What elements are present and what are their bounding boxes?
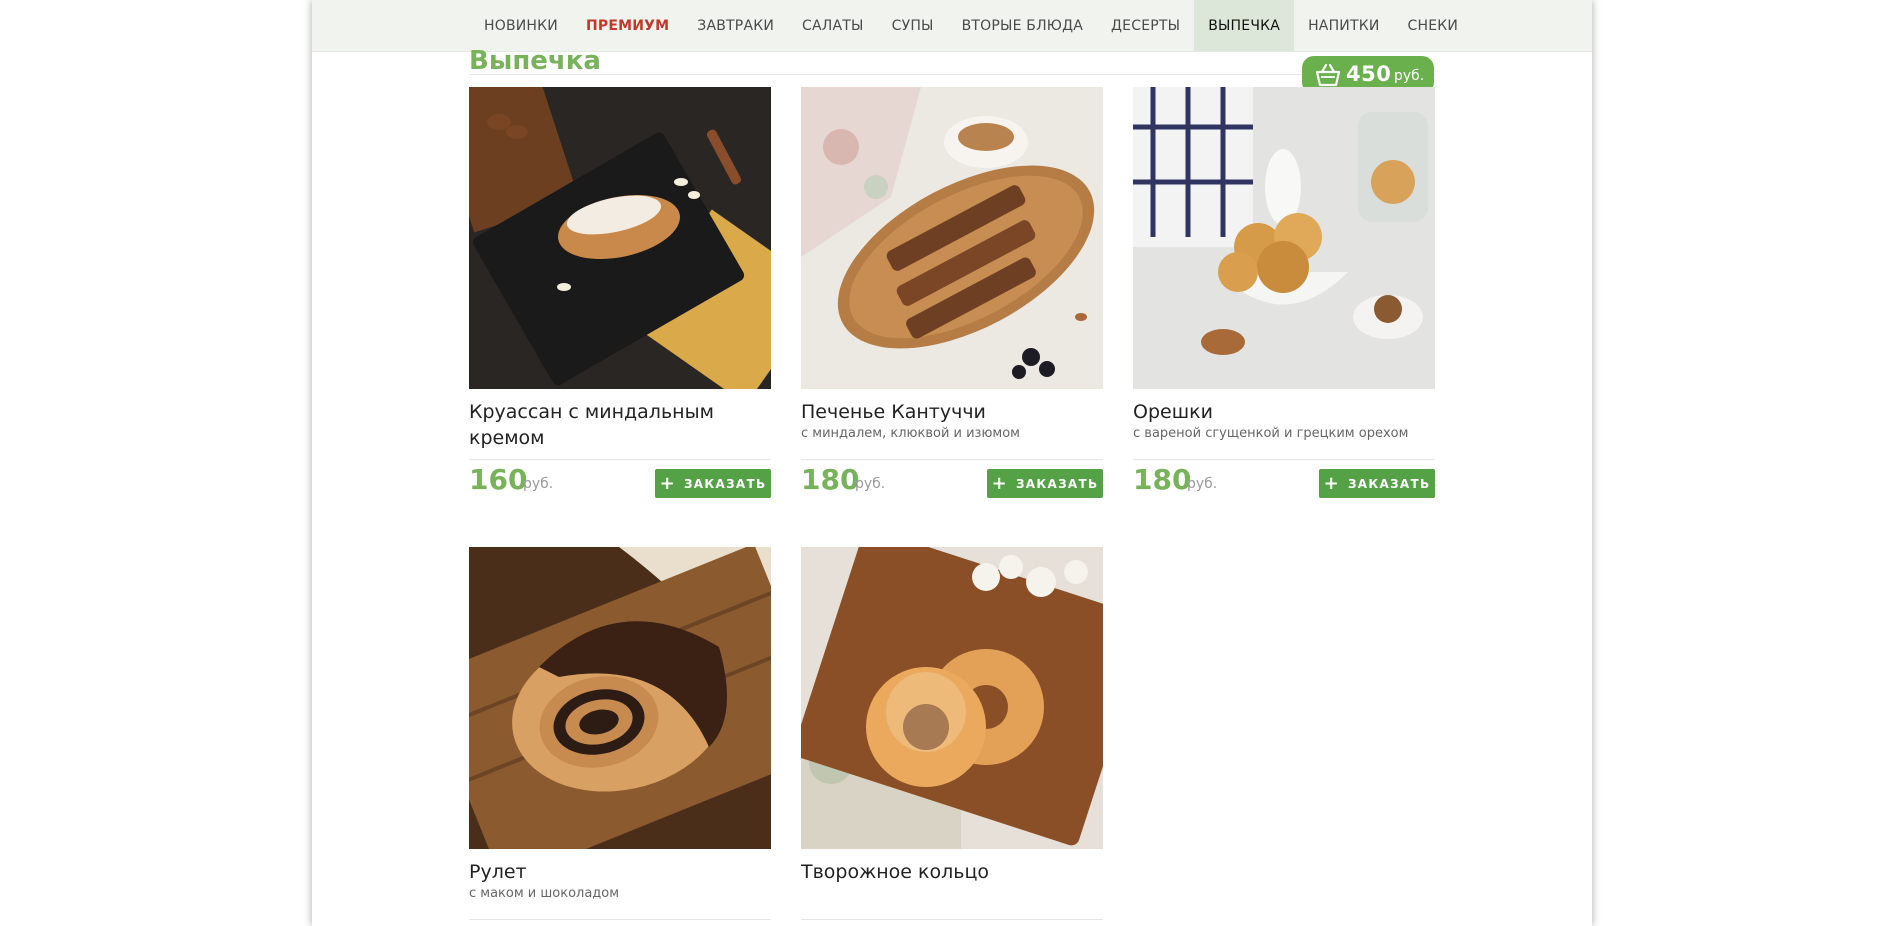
- nav-item-breakfasts[interactable]: ЗАВТРАКИ: [683, 0, 788, 51]
- product-title: Рулет: [469, 861, 527, 883]
- product-currency: руб.: [1187, 476, 1218, 492]
- order-button-label: ЗАКАЗАТЬ: [1347, 476, 1431, 491]
- product-image-oreshki[interactable]: [1133, 87, 1435, 389]
- product-description: с миндалем, клюквой и изюмом: [801, 426, 1020, 441]
- product-description: с маком и шоколадом: [469, 886, 620, 901]
- section-divider: [469, 74, 1435, 75]
- product-title: Круассан с миндальным кремом: [469, 401, 714, 449]
- product-image-cantucci[interactable]: [801, 87, 1103, 389]
- cart-currency: руб.: [1394, 68, 1425, 84]
- nav-item-salads[interactable]: САЛАТЫ: [788, 0, 878, 51]
- product-title: Печенье Кантуччи: [801, 401, 986, 423]
- plus-icon: +: [991, 472, 1008, 494]
- cart-amount: 450: [1346, 62, 1392, 86]
- product-title: Творожное кольцо: [801, 861, 990, 883]
- product-price: 160: [469, 463, 528, 496]
- top-nav: НОВИНКИ ПРЕМИУМ ЗАВТРАКИ САЛАТЫ СУПЫ ВТО…: [312, 0, 1592, 52]
- nav-item-premium[interactable]: ПРЕМИУМ: [572, 0, 683, 51]
- basket-icon: [1315, 63, 1341, 87]
- nav-item-desserts[interactable]: ДЕСЕРТЫ: [1097, 0, 1194, 51]
- order-button[interactable]: + ЗАКАЗАТЬ: [987, 469, 1103, 498]
- product-title: Орешки: [1133, 401, 1213, 423]
- product-price: 180: [1133, 463, 1192, 496]
- product-description: с вареной сгущенкой и грецким орехом: [1133, 426, 1409, 441]
- product-image-rulet[interactable]: [469, 547, 771, 849]
- plus-icon: +: [1323, 472, 1340, 494]
- nav-item-novinki[interactable]: НОВИНКИ: [470, 0, 572, 51]
- nav-menu: НОВИНКИ ПРЕМИУМ ЗАВТРАКИ САЛАТЫ СУПЫ ВТО…: [470, 0, 1472, 51]
- product-price: 180: [801, 463, 860, 496]
- order-button-label: ЗАКАЗАТЬ: [1015, 476, 1099, 491]
- product-image-croissant[interactable]: [469, 87, 771, 389]
- card-divider: [801, 459, 1103, 460]
- card-divider: [1133, 459, 1435, 460]
- card-divider: [469, 919, 771, 920]
- nav-item-main-courses[interactable]: ВТОРЫЕ БЛЮДА: [948, 0, 1097, 51]
- card-divider: [801, 919, 1103, 920]
- order-button[interactable]: + ЗАКАЗАТЬ: [655, 469, 771, 498]
- card-divider: [469, 459, 771, 460]
- plus-icon: +: [659, 472, 676, 494]
- nav-item-snacks[interactable]: СНЕКИ: [1394, 0, 1473, 51]
- page: НОВИНКИ ПРЕМИУМ ЗАВТРАКИ САЛАТЫ СУПЫ ВТО…: [312, 0, 1592, 926]
- product-image-tvorozhnoe-koltso[interactable]: [801, 547, 1103, 849]
- nav-item-bakery[interactable]: ВЫПЕЧКА: [1194, 0, 1295, 51]
- product-currency: руб.: [855, 476, 886, 492]
- section-title: Выпечка: [469, 46, 601, 76]
- order-button[interactable]: + ЗАКАЗАТЬ: [1319, 469, 1435, 498]
- product-currency: руб.: [523, 476, 554, 492]
- nav-item-soups[interactable]: СУПЫ: [878, 0, 948, 51]
- nav-item-drinks[interactable]: НАПИТКИ: [1294, 0, 1393, 51]
- order-button-label: ЗАКАЗАТЬ: [683, 476, 767, 491]
